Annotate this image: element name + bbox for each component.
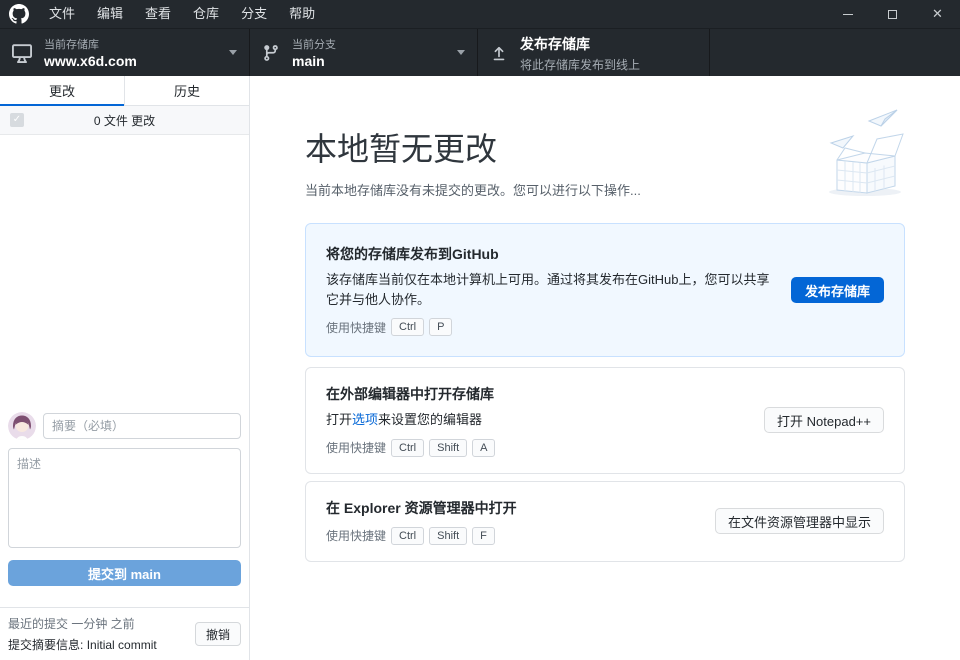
editor-card-body-suffix: 来设置您的编辑器: [378, 412, 482, 427]
toolbar: 当前存储库 www.x6d.com 当前分支 main 发布存储库 将此存储库发…: [0, 28, 960, 76]
key-ctrl: Ctrl: [391, 318, 424, 336]
publish-card-shortcut: 使用快捷键 Ctrl P: [326, 318, 773, 336]
publish-card: 将您的存储库发布到GitHub 该存储库当前仅在本地计算机上可用。通过将其发布在…: [305, 223, 905, 357]
blankslate: 本地暂无更改 当前本地存储库没有未提交的更改。您可以进行以下操作... 将您的存…: [250, 76, 960, 562]
window-controls: ✕: [825, 0, 960, 28]
open-notepad-button[interactable]: 打开 Notepad++: [764, 407, 884, 433]
publish-repository-toolbar-button[interactable]: 发布存储库 将此存储库发布到线上: [478, 29, 710, 76]
chevron-down-icon: [229, 50, 237, 59]
key-a: A: [472, 439, 495, 457]
changed-files-header: ✓ 0 文件 更改: [0, 106, 249, 135]
minimize-button[interactable]: [825, 0, 870, 28]
maximize-icon: [888, 10, 897, 19]
editor-card-shortcut: 使用快捷键 Ctrl Shift A: [326, 439, 746, 457]
open-in-editor-card: 在外部编辑器中打开存储库 打开选项来设置您的编辑器 使用快捷键 Ctrl Shi…: [305, 367, 905, 474]
main-panel: 本地暂无更改 当前本地存储库没有未提交的更改。您可以进行以下操作... 将您的存…: [250, 76, 960, 660]
titlebar: 文件 编辑 查看 仓库 分支 帮助 ✕: [0, 0, 960, 28]
commit-description-input[interactable]: [8, 448, 241, 548]
menu-repository[interactable]: 仓库: [182, 0, 230, 28]
key-f: F: [472, 527, 495, 545]
explorer-card-title: 在 Explorer 资源管理器中打开: [326, 498, 697, 518]
maximize-button[interactable]: [870, 0, 915, 28]
options-link[interactable]: 选项: [352, 412, 378, 427]
desktop-icon: [12, 43, 32, 63]
git-branch-icon: [262, 44, 280, 62]
commit-form: 提交到 main: [0, 404, 249, 594]
publish-card-title: 将您的存储库发布到GitHub: [326, 244, 773, 264]
minimize-icon: [843, 14, 853, 15]
key-p: P: [429, 318, 452, 336]
upload-icon: [490, 44, 508, 62]
key-ctrl: Ctrl: [391, 439, 424, 457]
commit-summary-input[interactable]: [43, 413, 241, 439]
recent-commit-summary-value: Initial commit: [87, 638, 157, 652]
current-branch-label: 当前分支: [292, 36, 449, 52]
tab-history[interactable]: 历史: [124, 76, 249, 105]
editor-card-body-prefix: 打开: [326, 412, 352, 427]
current-repository-name: www.x6d.com: [44, 53, 221, 69]
menu-view[interactable]: 查看: [134, 0, 182, 28]
explorer-card-shortcut: 使用快捷键 Ctrl Shift F: [326, 527, 697, 545]
shortcut-label: 使用快捷键: [326, 319, 386, 336]
current-repository-label: 当前存储库: [44, 36, 221, 52]
publish-repository-button[interactable]: 发布存储库: [791, 277, 884, 303]
show-in-explorer-button[interactable]: 在文件资源管理器中显示: [715, 508, 884, 534]
shortcut-label: 使用快捷键: [326, 439, 386, 456]
menu-file[interactable]: 文件: [38, 0, 86, 28]
tab-changes[interactable]: 更改: [0, 76, 124, 105]
current-repository-dropdown[interactable]: 当前存储库 www.x6d.com: [0, 29, 250, 76]
publish-repository-subtitle: 将此存储库发布到线上: [520, 56, 697, 73]
page-subtitle: 当前本地存储库没有未提交的更改。您可以进行以下操作...: [305, 180, 905, 199]
sidebar-tabs: 更改 历史: [0, 76, 249, 106]
recent-commit-summary-label: 提交摘要信息:: [8, 638, 83, 652]
shortcut-label: 使用快捷键: [326, 527, 386, 544]
github-logo-icon: [0, 4, 38, 24]
key-shift: Shift: [429, 439, 467, 457]
key-shift: Shift: [429, 527, 467, 545]
current-branch-name: main: [292, 53, 449, 69]
recent-commit-summary: 提交摘要信息: Initial commit: [8, 636, 195, 653]
user-avatar: [8, 412, 36, 440]
files-changed-count: 0 文件 更改: [0, 112, 249, 129]
editor-card-body: 打开选项来设置您的编辑器: [326, 410, 746, 430]
menu-edit[interactable]: 编辑: [86, 0, 134, 28]
recent-commit-time: 最近的提交 一分钟 之前: [8, 615, 195, 632]
menu-branch[interactable]: 分支: [230, 0, 278, 28]
content: 更改 历史 ✓ 0 文件 更改 提交到 main 最近的提交 一分钟 之前 提交…: [0, 76, 960, 660]
sidebar: 更改 历史 ✓ 0 文件 更改 提交到 main 最近的提交 一分钟 之前 提交…: [0, 76, 250, 660]
publish-card-body: 该存储库当前仅在本地计算机上可用。通过将其发布在GitHub上，您可以共享它并与…: [326, 270, 773, 309]
close-button[interactable]: ✕: [915, 0, 960, 28]
chevron-down-icon: [457, 50, 465, 59]
undo-button[interactable]: 撤销: [195, 622, 241, 646]
select-all-checkbox[interactable]: ✓: [10, 113, 24, 127]
editor-card-title: 在外部编辑器中打开存储库: [326, 384, 746, 404]
recent-commit-section: 最近的提交 一分钟 之前 提交摘要信息: Initial commit 撤销: [0, 607, 249, 660]
commit-to-main-button[interactable]: 提交到 main: [8, 560, 241, 586]
publish-repository-title: 发布存储库: [520, 34, 697, 54]
key-ctrl: Ctrl: [391, 527, 424, 545]
changes-list-empty-area: [0, 135, 249, 404]
current-branch-dropdown[interactable]: 当前分支 main: [250, 29, 478, 76]
open-in-explorer-card: 在 Explorer 资源管理器中打开 使用快捷键 Ctrl Shift F 在…: [305, 481, 905, 562]
page-title: 本地暂无更改: [305, 124, 905, 170]
menu-help[interactable]: 帮助: [278, 0, 326, 28]
